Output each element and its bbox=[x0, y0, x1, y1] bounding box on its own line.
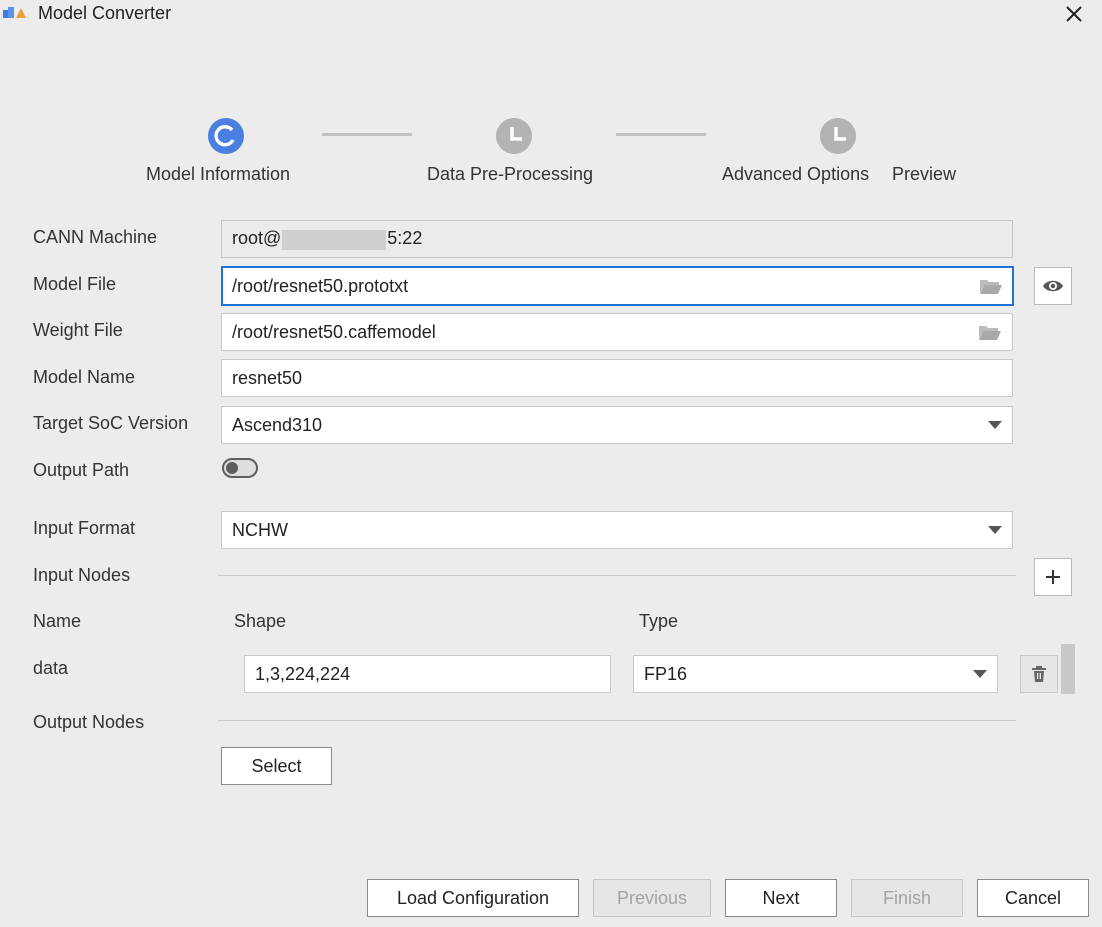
preview-model-button[interactable] bbox=[1034, 267, 1072, 305]
step-model-information-icon bbox=[208, 118, 244, 154]
step-label-data-preprocessing[interactable]: Data Pre-Processing bbox=[427, 164, 593, 185]
output-nodes-divider bbox=[218, 720, 1016, 721]
input-node-shape-input[interactable]: 1,3,224,224 bbox=[244, 655, 611, 693]
target-soc-select[interactable]: Ascend310 bbox=[221, 406, 1013, 444]
weight-file-value: /root/resnet50.caffemodel bbox=[232, 321, 436, 342]
target-soc-label: Target SoC Version bbox=[33, 413, 189, 433]
model-name-input[interactable]: resnet50 bbox=[221, 359, 1013, 397]
step-data-preprocessing-icon bbox=[496, 118, 532, 154]
input-node-type-value: FP16 bbox=[644, 663, 688, 684]
step-label-model-information[interactable]: Model Information bbox=[146, 164, 290, 185]
chevron-down-icon bbox=[988, 421, 1002, 429]
delete-input-node-button[interactable] bbox=[1020, 655, 1058, 693]
input-nodes-divider bbox=[218, 575, 1016, 576]
step-label-preview[interactable]: Preview bbox=[892, 164, 956, 185]
previous-button[interactable]: Previous bbox=[593, 879, 711, 917]
model-name-label: Model Name bbox=[33, 367, 136, 387]
column-header-name: Name bbox=[33, 611, 82, 631]
select-output-nodes-button[interactable]: Select bbox=[221, 747, 332, 785]
output-path-label: Output Path bbox=[33, 460, 130, 480]
input-node-shape-value: 1,3,224,224 bbox=[255, 663, 351, 684]
cann-machine-field: root@ 5:22 bbox=[221, 220, 1013, 258]
step-label-advanced-options[interactable]: Advanced Options bbox=[722, 164, 869, 185]
chevron-down-icon bbox=[988, 526, 1002, 534]
model-file-label: Model File bbox=[33, 274, 117, 294]
input-node-type-select[interactable]: FP16 bbox=[633, 655, 998, 693]
add-input-node-button[interactable] bbox=[1034, 558, 1072, 596]
cann-machine-port: 5:22 bbox=[387, 228, 423, 249]
output-nodes-label: Output Nodes bbox=[33, 712, 145, 732]
input-nodes-label: Input Nodes bbox=[33, 565, 131, 585]
step-connector bbox=[616, 133, 706, 136]
input-format-select[interactable]: NCHW bbox=[221, 511, 1013, 549]
step-advanced-options-icon bbox=[820, 118, 856, 154]
finish-button[interactable]: Finish bbox=[851, 879, 963, 917]
target-soc-value: Ascend310 bbox=[232, 414, 323, 435]
app-logo-icon bbox=[3, 7, 26, 18]
redacted-host bbox=[282, 229, 387, 250]
weight-file-label: Weight File bbox=[33, 320, 123, 340]
cann-machine-label: CANN Machine bbox=[33, 227, 158, 247]
input-format-value: NCHW bbox=[232, 519, 288, 540]
cann-machine-user: root@ bbox=[232, 228, 282, 249]
model-file-value: /root/resnet50.prototxt bbox=[232, 275, 409, 296]
input-format-label: Input Format bbox=[33, 518, 136, 538]
eye-icon bbox=[1043, 280, 1063, 292]
trash-icon bbox=[1032, 666, 1046, 682]
plus-icon bbox=[1046, 570, 1060, 584]
column-header-type: Type bbox=[639, 611, 679, 631]
load-configuration-button[interactable]: Load Configuration bbox=[367, 879, 579, 917]
folder-open-icon[interactable] bbox=[979, 277, 1003, 295]
cancel-button[interactable]: Cancel bbox=[977, 879, 1089, 917]
model-name-value: resnet50 bbox=[232, 367, 303, 388]
folder-open-icon[interactable] bbox=[978, 323, 1002, 341]
output-path-toggle[interactable] bbox=[222, 458, 258, 478]
chevron-down-icon bbox=[973, 670, 987, 678]
node-list-scrollbar[interactable] bbox=[1061, 644, 1075, 694]
close-icon[interactable] bbox=[1062, 2, 1086, 26]
window-title: Model Converter bbox=[38, 3, 172, 23]
input-node-name: data bbox=[33, 658, 69, 678]
weight-file-input[interactable]: /root/resnet50.caffemodel bbox=[221, 313, 1013, 351]
next-button[interactable]: Next bbox=[725, 879, 837, 917]
model-file-input[interactable]: /root/resnet50.prototxt bbox=[221, 266, 1014, 306]
step-connector bbox=[322, 133, 412, 136]
column-header-shape: Shape bbox=[234, 611, 287, 631]
toggle-knob bbox=[226, 462, 238, 474]
